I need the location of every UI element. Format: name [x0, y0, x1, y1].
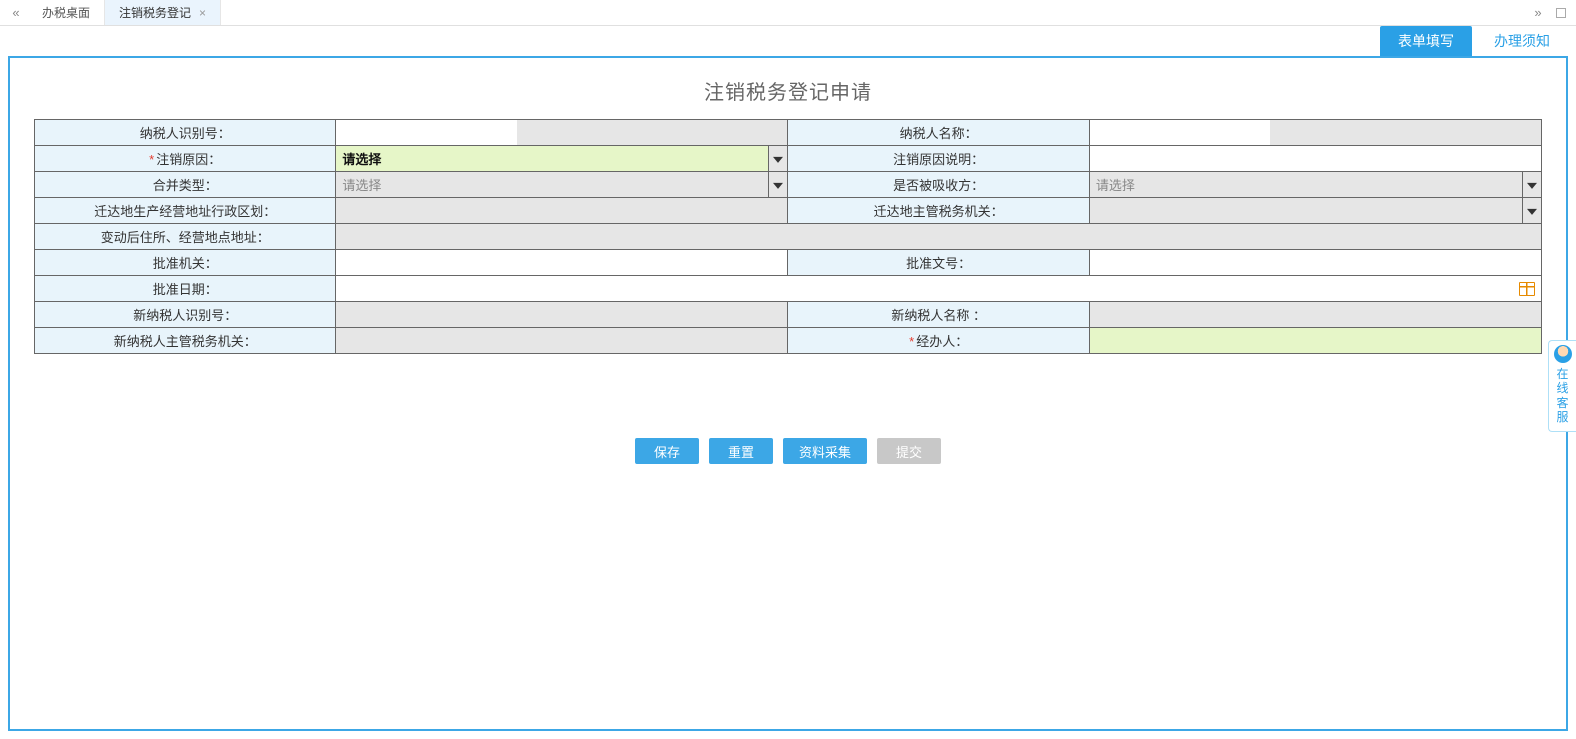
form-panel: 注销税务登记申请 纳税人识别号： 纳税人名称： *注销原因：	[8, 56, 1568, 731]
cancel-reason-desc-label: 注销原因说明：	[788, 146, 1089, 172]
relocate-region-label: 迁达地生产经营地址行政区划：	[35, 198, 336, 224]
new-taxpayer-id-cell	[336, 302, 788, 328]
taxpayer-id-cell	[336, 120, 788, 146]
cancel-reason-label-text: 注销原因：	[156, 152, 221, 167]
merge-type-select[interactable]: 请选择	[336, 172, 787, 197]
merge-type-cell[interactable]: 请选择	[336, 172, 788, 198]
tab-label: 办税桌面	[42, 4, 90, 21]
new-tax-office-input	[336, 328, 787, 353]
absorbed-select[interactable]: 请选择	[1090, 172, 1541, 197]
approve-org-cell[interactable]	[336, 250, 788, 276]
absorbed-value: 请选择	[1090, 175, 1541, 194]
chevron-double-left-icon: «	[12, 5, 19, 20]
page-wrap: 表单填写 办理须知 注销税务登记申请 纳税人识别号： 纳税人名称：	[8, 26, 1568, 731]
new-taxpayer-name-label: 新纳税人名称 ：	[788, 302, 1089, 328]
handler-cell[interactable]	[1089, 328, 1541, 354]
approve-doc-cell[interactable]	[1089, 250, 1541, 276]
approve-date-label: 批准日期：	[35, 276, 336, 302]
handler-input[interactable]	[1090, 328, 1541, 353]
page-title: 注销税务登记申请	[10, 58, 1566, 119]
approve-date-input[interactable]	[336, 276, 1541, 301]
changed-addr-input	[336, 224, 1541, 249]
new-taxpayer-name-cell	[1089, 302, 1541, 328]
reset-button[interactable]: 重置	[709, 438, 773, 464]
close-icon[interactable]: ×	[199, 6, 206, 20]
new-tax-office-cell	[336, 328, 788, 354]
new-taxpayer-id-label: 新纳税人识别号：	[35, 302, 336, 328]
relocate-region-input	[336, 198, 787, 223]
action-row: 保存 重置 资料采集 提交	[10, 378, 1566, 524]
tab-desktop[interactable]: 办税桌面	[28, 0, 105, 25]
cancel-reason-desc-cell[interactable]	[1089, 146, 1541, 172]
relocate-tax-office-select[interactable]	[1090, 198, 1541, 223]
relocate-tax-office-cell[interactable]	[1089, 198, 1541, 224]
tab-spacer	[221, 0, 1526, 25]
subtab-label: 表单填写	[1398, 31, 1454, 51]
tabs-next[interactable]: »	[1526, 0, 1550, 25]
submit-button: 提交	[877, 438, 941, 464]
merge-type-value: 请选择	[336, 175, 787, 194]
taxpayer-name-input	[1090, 120, 1270, 145]
subtabs: 表单填写 办理须知	[8, 26, 1568, 56]
taxpayer-id-label: 纳税人识别号：	[35, 120, 336, 146]
form-table: 纳税人识别号： 纳税人名称： *注销原因： 请选择	[34, 119, 1542, 354]
tab-cancel-tax-reg[interactable]: 注销税务登记 ×	[105, 0, 221, 25]
window-maximize[interactable]	[1550, 0, 1572, 25]
handler-label: *经办人：	[788, 328, 1089, 354]
handler-label-text: 经办人：	[916, 334, 968, 349]
approve-doc-input[interactable]	[1090, 250, 1541, 275]
subtab-notice[interactable]: 办理须知	[1476, 26, 1568, 56]
collect-button[interactable]: 资料采集	[783, 438, 867, 464]
save-button[interactable]: 保存	[635, 438, 699, 464]
cancel-reason-label: *注销原因：	[35, 146, 336, 172]
approve-date-cell[interactable]	[336, 276, 1542, 302]
tabs-prev[interactable]: «	[4, 0, 28, 25]
approve-doc-label: 批准文号：	[788, 250, 1089, 276]
cancel-reason-desc-input[interactable]	[1090, 146, 1541, 171]
required-icon: *	[149, 152, 154, 167]
cancel-reason-value: 请选择	[336, 149, 787, 168]
taxpayer-name-cell	[1089, 120, 1541, 146]
subtab-label: 办理须知	[1494, 31, 1550, 51]
changed-addr-label: 变动后住所、经营地点地址：	[35, 224, 336, 250]
required-icon: *	[909, 334, 914, 349]
new-taxpayer-name-input	[1090, 302, 1541, 327]
cancel-reason-select[interactable]: 请选择	[336, 146, 787, 171]
tab-label: 注销税务登记	[119, 4, 191, 21]
approve-org-input[interactable]	[336, 250, 787, 275]
taxpayer-name-label: 纳税人名称：	[788, 120, 1089, 146]
subtab-form-fill[interactable]: 表单填写	[1380, 26, 1472, 56]
customer-service-label: 在线客服	[1556, 367, 1568, 424]
merge-type-label: 合并类型：	[35, 172, 336, 198]
relocate-tax-office-label: 迁达地主管税务机关：	[788, 198, 1089, 224]
chevron-double-right-icon: »	[1534, 5, 1541, 20]
approve-org-label: 批准机关：	[35, 250, 336, 276]
chevron-down-icon	[1527, 208, 1537, 214]
new-taxpayer-id-input	[336, 302, 787, 327]
cancel-reason-cell[interactable]: 请选择	[336, 146, 788, 172]
assistant-icon	[1554, 345, 1572, 363]
relocate-region-cell	[336, 198, 788, 224]
customer-service-button[interactable]: 在线客服	[1548, 340, 1576, 432]
absorbed-label: 是否被吸收方：	[788, 172, 1089, 198]
tab-bar: « 办税桌面 注销税务登记 × »	[0, 0, 1576, 26]
changed-addr-cell	[336, 224, 1542, 250]
absorbed-cell[interactable]: 请选择	[1089, 172, 1541, 198]
square-icon	[1556, 8, 1566, 18]
taxpayer-id-input	[336, 120, 516, 145]
new-tax-office-label: 新纳税人主管税务机关：	[35, 328, 336, 354]
